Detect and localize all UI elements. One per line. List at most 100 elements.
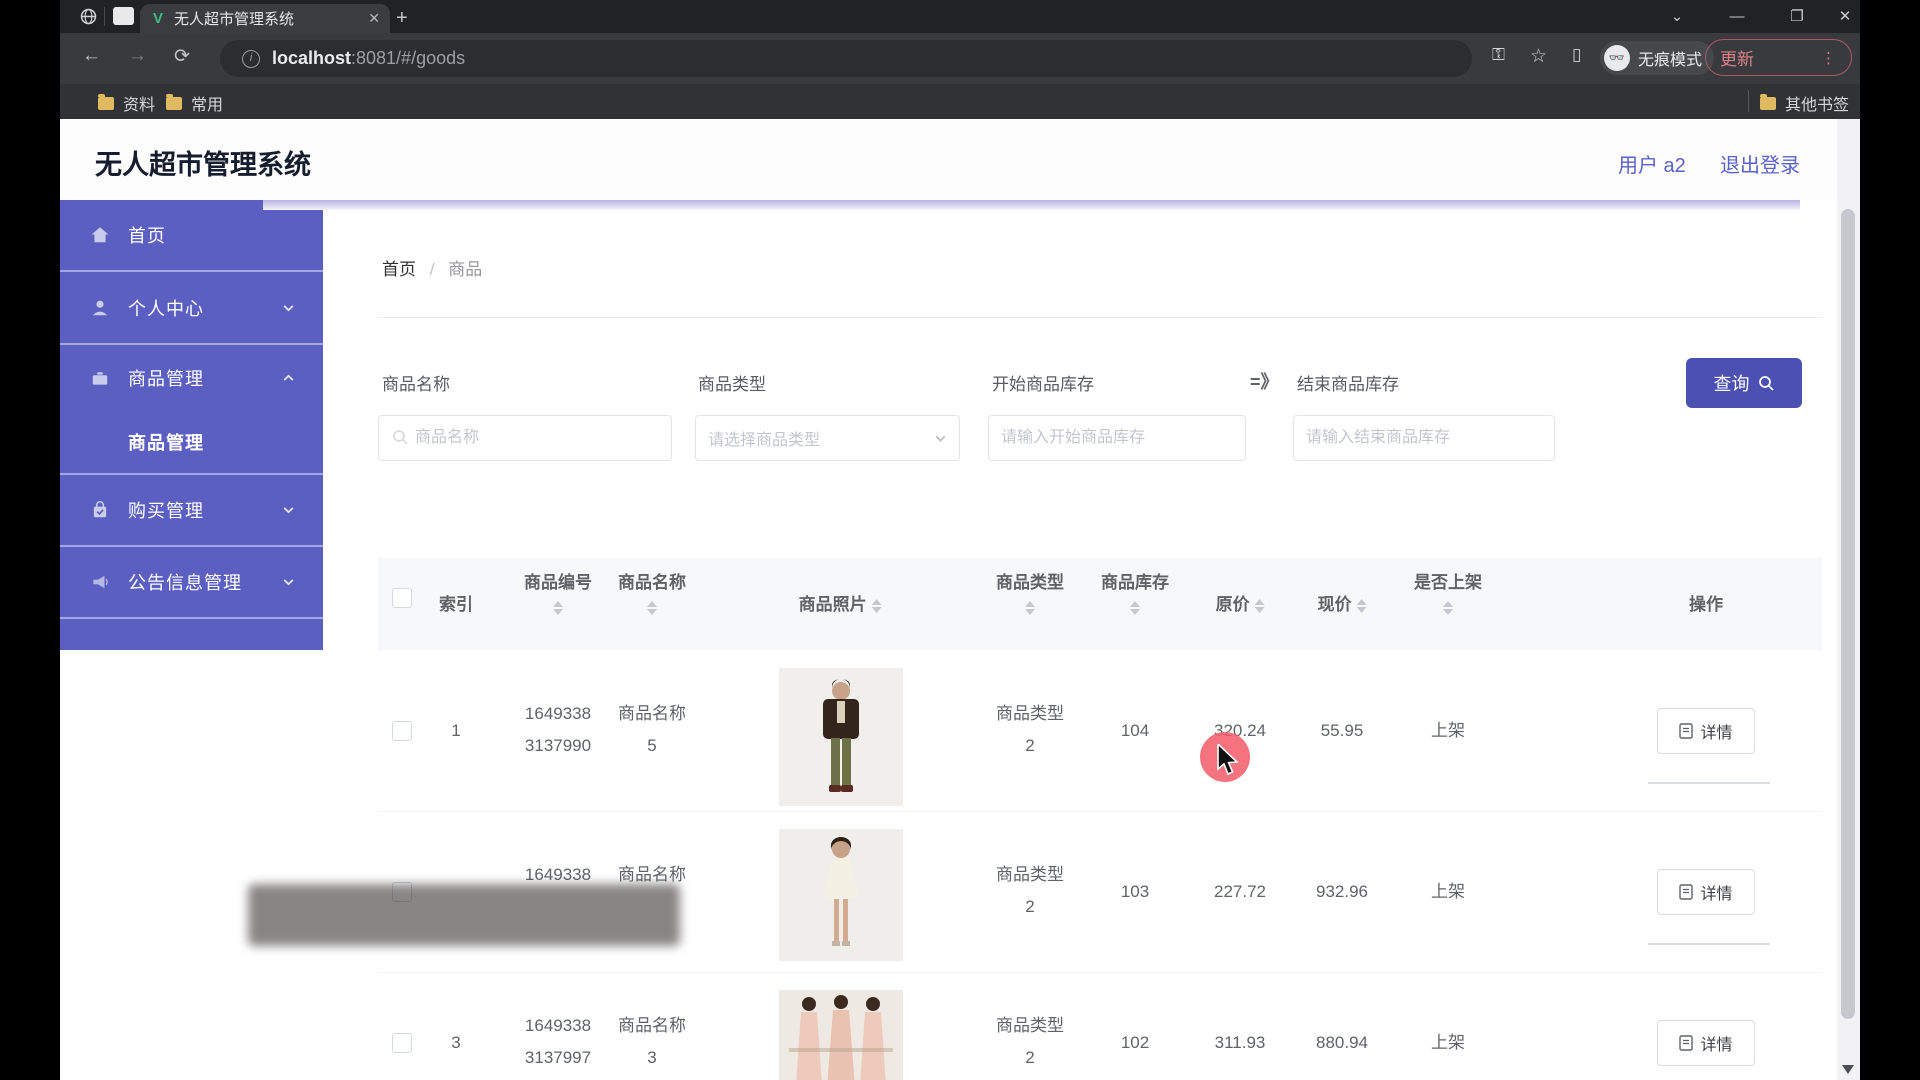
cell-shelf-status: 上架 (1431, 721, 1465, 740)
column-header-original-price[interactable]: 原价 (1216, 590, 1265, 615)
sidebar-item-goods-management[interactable]: 商品管理 (60, 345, 323, 411)
document-icon (1679, 884, 1694, 900)
row-checkbox[interactable] (392, 721, 412, 741)
sidebar-item-home[interactable]: 首页 (60, 200, 323, 272)
chevron-down-icon (935, 435, 946, 442)
site-info-icon[interactable]: i (242, 49, 260, 68)
bookmark-star-icon[interactable]: ☆ (1530, 45, 1547, 68)
detail-button[interactable]: 详情 (1657, 1020, 1755, 1066)
side-panel-icon[interactable]: ▯ (1572, 45, 1581, 65)
logout-link[interactable]: 退出登录 (1720, 149, 1800, 178)
cell-current-price: 880.94 (1316, 1033, 1368, 1052)
briefcase-icon (92, 372, 108, 385)
forward-icon[interactable]: → (128, 45, 147, 67)
folder-icon (98, 93, 114, 110)
document-icon (1679, 723, 1694, 739)
key-icon[interactable]: ⚿ (1492, 45, 1505, 65)
detail-button[interactable]: 详情 (1657, 869, 1755, 915)
pinned-tab[interactable] (113, 7, 134, 25)
bookmark-label: 常用 (191, 97, 224, 114)
tab-close-icon[interactable]: ✕ (368, 10, 380, 27)
sidebar-item-label: 首页 (128, 226, 166, 246)
cell-type: 商品类型 2 (996, 865, 1064, 916)
bookmark-label: 其他书签 (1785, 97, 1850, 114)
app-title: 无人超市管理系统 (95, 150, 311, 180)
query-button[interactable]: 查询 (1686, 358, 1802, 408)
chevron-down-icon[interactable]: ⌄ (1654, 3, 1700, 31)
megaphone-icon (93, 575, 108, 589)
cell-name: 商品名称 3 (618, 1016, 686, 1067)
folder-icon (1760, 93, 1776, 110)
content-top-band (263, 200, 1800, 210)
scrollbar-thumb[interactable] (1841, 209, 1855, 1019)
detail-button-label: 详情 (1700, 1037, 1733, 1054)
new-tab-button[interactable]: + (396, 6, 408, 30)
column-header-type[interactable]: 商品类型 (996, 568, 1064, 615)
sidebar-item-notice-management[interactable]: 公告信息管理 (60, 547, 323, 619)
back-icon[interactable]: ← (82, 45, 101, 67)
menu-dots-icon[interactable]: ⋮ (1821, 49, 1837, 67)
goods-name-input[interactable] (378, 415, 672, 461)
update-button[interactable]: 更新 ⋮ (1705, 39, 1852, 76)
active-tab[interactable]: V 无人超市管理系统 ✕ (140, 4, 390, 33)
breadcrumb: 首页 / 商品 (382, 255, 482, 280)
stock-start-input[interactable] (988, 415, 1246, 461)
sidebar-item-purchase-management[interactable]: 购买管理 (60, 475, 323, 547)
home-icon (91, 227, 109, 243)
goods-type-select[interactable]: 请选择商品类型 (695, 415, 960, 461)
chevron-down-icon (283, 304, 294, 311)
detail-button[interactable]: 详情 (1657, 708, 1755, 754)
mouse-cursor (1217, 744, 1239, 776)
product-photo (779, 829, 903, 961)
sidebar-item-label: 商品管理 (128, 369, 204, 389)
cell-stock: 104 (1120, 721, 1150, 740)
bookmark-folder[interactable]: 常用 (166, 91, 223, 115)
cell-shelf-status: 上架 (1431, 882, 1465, 901)
scrollbar[interactable] (1837, 119, 1860, 1080)
column-header-current-price[interactable]: 现价 (1318, 590, 1367, 615)
column-header-action: 操作 (1689, 595, 1723, 614)
stock-start-label: 开始商品库存 (992, 375, 1094, 394)
address-bar: ← → ⟳ i localhost:8081/#/goods ⚿ ☆ ▯ 👓 无… (60, 33, 1860, 84)
globe-icon[interactable] (80, 8, 97, 25)
url-text: localhost:8081/#/goods (272, 48, 466, 68)
divider (1648, 782, 1770, 784)
chevron-up-icon (283, 374, 294, 381)
incognito-badge: 👓 无痕模式 (1600, 41, 1715, 75)
user-icon (92, 300, 108, 315)
reload-icon[interactable]: ⟳ (174, 45, 190, 68)
bookmark-label: 资料 (123, 97, 156, 114)
url-bar[interactable]: i localhost:8081/#/goods (220, 40, 1472, 77)
sidebar-item-personal-center[interactable]: 个人中心 (60, 272, 323, 345)
cell-index: 1 (451, 721, 461, 740)
bookmark-folder[interactable]: 资料 (98, 91, 155, 115)
cell-stock: 103 (1120, 882, 1150, 901)
search-icon (1758, 375, 1774, 391)
breadcrumb-home[interactable]: 首页 (382, 260, 416, 279)
minimize-button[interactable]: — (1714, 3, 1760, 31)
sidebar-item-label: 个人中心 (128, 298, 204, 319)
select-all-checkbox[interactable] (392, 588, 412, 608)
sidebar-subitem-goods-management[interactable]: 商品管理 (60, 411, 323, 475)
other-bookmarks[interactable]: 其他书签 (1760, 91, 1849, 115)
app-header: 无人超市管理系统 用户 a2 退出登录 (60, 119, 1860, 200)
tab-separator (104, 7, 105, 26)
row-checkbox[interactable] (392, 1033, 412, 1053)
restore-button[interactable]: ❐ (1774, 3, 1820, 31)
goods-name-label: 商品名称 (382, 375, 450, 394)
cell-index: 3 (451, 1033, 461, 1052)
cell-code: 1649338 3137997 (524, 1016, 592, 1067)
range-separator: =》 (1250, 372, 1279, 392)
cell-code: 1649338 3137990 (524, 704, 592, 755)
column-header-photo[interactable]: 商品照片 (799, 590, 882, 615)
column-header-stock[interactable]: 商品库存 (1101, 568, 1169, 615)
stock-end-input[interactable] (1293, 415, 1555, 461)
goods-type-label: 商品类型 (698, 375, 766, 394)
divider (1648, 943, 1770, 945)
column-header-shelf[interactable]: 是否上架 (1414, 568, 1482, 615)
column-header-code[interactable]: 商品编号 (524, 568, 592, 615)
tab-title: 无人超市管理系统 (174, 11, 295, 28)
cell-stock: 102 (1120, 1033, 1150, 1052)
scrollbar-down-arrow[interactable] (1842, 1065, 1854, 1074)
column-header-name[interactable]: 商品名称 (618, 568, 686, 615)
